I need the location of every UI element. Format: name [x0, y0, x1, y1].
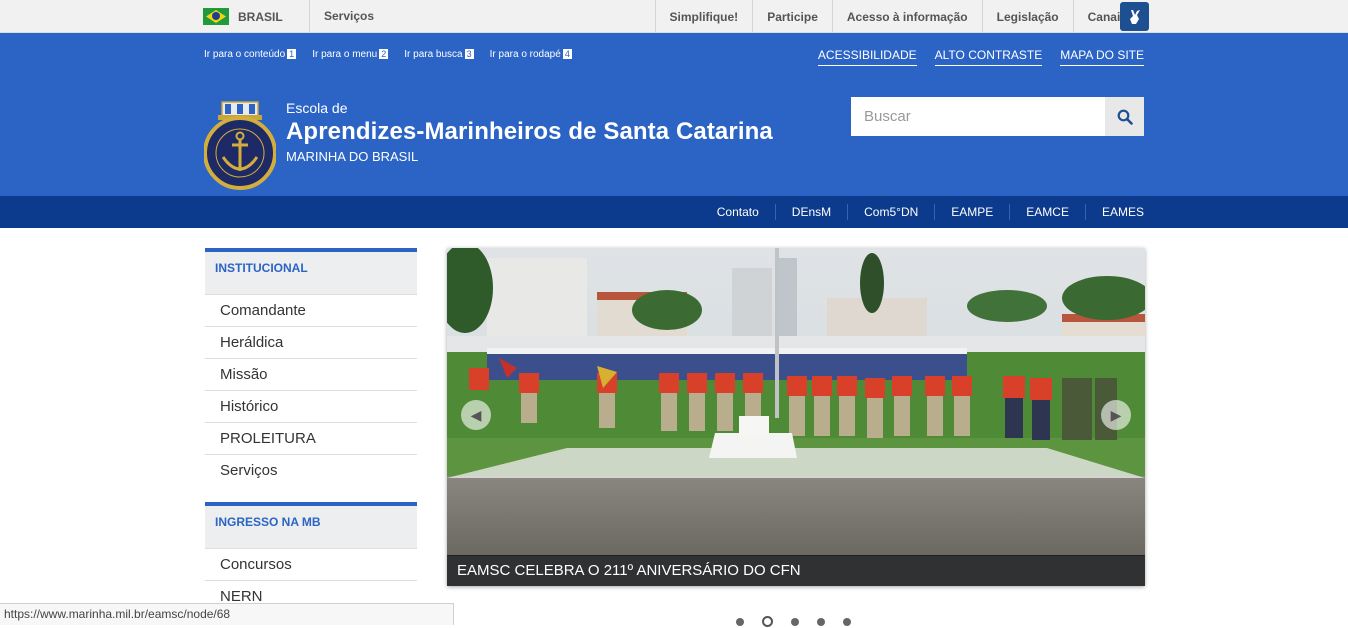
- high-contrast-link[interactable]: ALTO CONTRASTE: [934, 48, 1043, 66]
- accessibility-links: ACESSIBILIDADE ALTO CONTRASTE MAPA DO SI…: [817, 48, 1144, 66]
- navy-emblem-logo[interactable]: [203, 99, 277, 195]
- carousel-caption[interactable]: EAMSC CELEBRA O 211º ANIVERSÁRIO DO CFN: [447, 555, 1145, 586]
- accessibility-link[interactable]: ACESSIBILIDADE: [817, 48, 917, 66]
- site-subtitle: MARINHA DO BRASIL: [286, 149, 419, 164]
- gov-link-simplifique[interactable]: Simplifique!: [654, 0, 753, 33]
- nav-eames[interactable]: EAMES: [1084, 204, 1144, 220]
- site-pre-title: Escola de: [286, 100, 348, 116]
- site-title-block[interactable]: Escola de Aprendizes-Marinheiros de Sant…: [286, 100, 773, 164]
- sidebar-item-historico[interactable]: Histórico: [205, 390, 417, 422]
- site-map-link[interactable]: MAPA DO SITE: [1060, 48, 1144, 66]
- skip-link-search[interactable]: Ir para busca 3: [404, 49, 474, 60]
- sidebar-item-concursos[interactable]: Concursos: [205, 548, 417, 580]
- carousel-photo[interactable]: [447, 248, 1145, 586]
- gov-divider: [309, 0, 310, 33]
- search-button[interactable]: [1105, 97, 1144, 136]
- sidebar-section-title: INGRESSO NA MB: [205, 502, 417, 548]
- nav-com5dn[interactable]: Com5°DN: [847, 204, 934, 220]
- site-title: Aprendizes-Marinheiros de Santa Catarina: [286, 118, 773, 145]
- skip-links: Ir para o conteúdo 1 Ir para o menu 2 Ir p…: [204, 49, 572, 60]
- brasil-label: BRASIL: [238, 9, 283, 24]
- gov-services-link[interactable]: Serviços: [324, 9, 374, 23]
- gov-bar: BRASIL Serviços Simplifique! Participe A…: [0, 0, 1348, 33]
- gov-link-legislacao[interactable]: Legislação: [981, 0, 1073, 33]
- news-carousel: ◀ ▶ EAMSC CELEBRA O 211º ANIVERSÁRIO DO …: [447, 248, 1145, 586]
- skip-link-content[interactable]: Ir para o conteúdo 1: [204, 49, 297, 60]
- carousel-next-button[interactable]: ▶: [1101, 400, 1131, 430]
- nav-densm[interactable]: DEnsM: [774, 204, 847, 220]
- brasil-link[interactable]: BRASIL: [203, 0, 283, 33]
- search-icon: [1117, 109, 1133, 125]
- skip-link-footer[interactable]: Ir para o rodapé 4: [490, 49, 572, 60]
- search-input[interactable]: [851, 97, 1105, 136]
- vlibras-icon[interactable]: [1120, 2, 1149, 31]
- sidebar-item-proleitura[interactable]: PROLEITURA: [205, 422, 417, 454]
- sidebar-item-heraldica[interactable]: Heráldica: [205, 326, 417, 358]
- arrow-right-icon: ▶: [1110, 406, 1122, 423]
- sidebar-item-missao[interactable]: Missão: [205, 358, 417, 390]
- sidebar-menu: INSTITUCIONAL Comandante Heráldica Missã…: [205, 248, 417, 628]
- search-box: [851, 97, 1144, 136]
- nav-eamce[interactable]: EAMCE: [1009, 204, 1085, 220]
- gov-link-acesso-informacao[interactable]: Acesso à informação: [831, 0, 982, 33]
- gov-link-participe[interactable]: Participe: [752, 0, 832, 33]
- sidebar-item-comandante[interactable]: Comandante: [205, 294, 417, 326]
- sidebar-section-title: INSTITUCIONAL: [205, 248, 417, 294]
- services-nav: Contato DEnsM Com5°DN EAMPE EAMCE EAMES: [0, 196, 1348, 228]
- sidebar-section-institucional: INSTITUCIONAL Comandante Heráldica Missã…: [205, 248, 417, 486]
- sidebar-section-ingresso: INGRESSO NA MB Concursos NERN: [205, 502, 417, 612]
- carousel-pagination: [736, 616, 851, 627]
- sidebar-item-servicos[interactable]: Serviços: [205, 454, 417, 486]
- carousel-dot-active[interactable]: [762, 616, 773, 627]
- nav-contato[interactable]: Contato: [701, 204, 775, 220]
- site-header: Ir para o conteúdo 1 Ir para o menu 2 Ir p…: [0, 33, 1348, 196]
- browser-status-url: https://www.marinha.mil.br/eamsc/node/68: [0, 603, 454, 625]
- arrow-left-icon: ◀: [470, 406, 482, 423]
- nav-eampe[interactable]: EAMPE: [934, 204, 1009, 220]
- brazil-flag-icon: [203, 8, 229, 25]
- carousel-prev-button[interactable]: ◀: [461, 400, 491, 430]
- skip-link-menu[interactable]: Ir para o menu 2: [312, 49, 389, 60]
- gov-links: Simplifique! Participe Acesso à informaç…: [654, 0, 1147, 33]
